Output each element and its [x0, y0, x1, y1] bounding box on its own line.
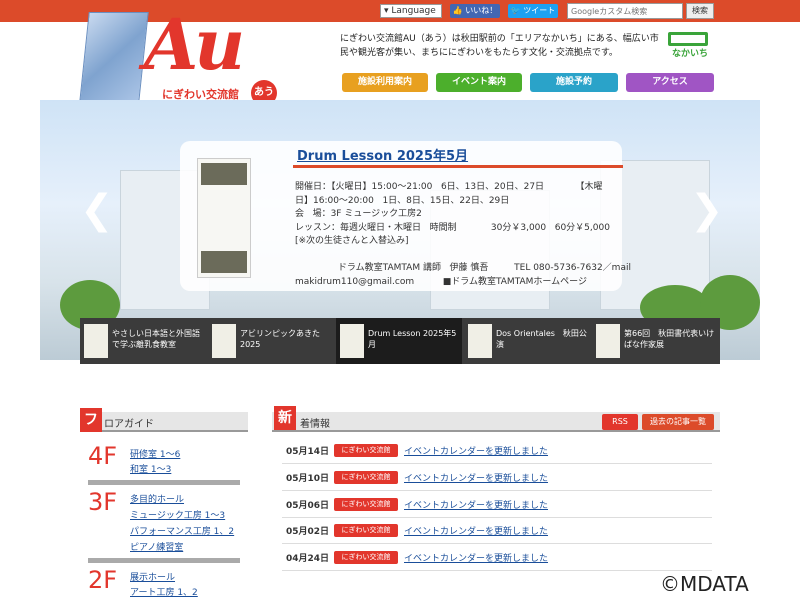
- rss-button[interactable]: RSS: [602, 414, 638, 430]
- floor-link[interactable]: ミュージック工房 1～3: [130, 508, 225, 521]
- slider-prev-icon[interactable]: ❮: [80, 190, 114, 230]
- nav-access[interactable]: アクセス: [626, 73, 714, 92]
- news-item: 05月10日 にぎわい交流館 イベントカレンダーを更新しました: [282, 465, 712, 491]
- nakaichi-logo[interactable]: なかいち: [668, 32, 712, 62]
- copyright-watermark: ©MDATA: [660, 572, 749, 596]
- news-tag-badge: にぎわい交流館: [334, 444, 398, 457]
- floor-divider: [88, 558, 240, 563]
- search-button[interactable]: 検索: [686, 3, 714, 19]
- facebook-like-button[interactable]: 👍 いいね！: [450, 4, 500, 18]
- news-tag-badge: にぎわい交流館: [334, 498, 398, 511]
- news-tag-badge: にぎわい交流館: [334, 551, 398, 564]
- floor-link[interactable]: アート工房 1、2: [130, 585, 198, 598]
- building-logo-graphic: [79, 12, 149, 102]
- slider-next-icon[interactable]: ❯: [690, 190, 724, 230]
- slider-thumbnail-strip: やさしい日本語と外国語で学ぶ離乳食教室 アビリンピックあきた2025 Drum …: [80, 318, 720, 364]
- site-intro: にぎわい交流館AU（あう）は秋田駅前の「エリアなかいち」にある、幅広い市民や観光…: [340, 34, 659, 58]
- nav-event-guide[interactable]: イベント案内: [436, 73, 522, 92]
- strip-item[interactable]: 第66回 秋田書代表いけばな作家展: [592, 318, 718, 364]
- news-tag-badge: にぎわい交流館: [334, 471, 398, 484]
- strip-item[interactable]: Dos Orientales 秋田公演: [464, 318, 590, 364]
- strip-item-active[interactable]: Drum Lesson 2025年5月: [336, 318, 462, 364]
- strip-item[interactable]: アビリンピックあきた2025: [208, 318, 334, 364]
- featured-title[interactable]: Drum Lesson 2025年5月: [297, 145, 468, 164]
- news-link[interactable]: イベントカレンダーを更新しました: [404, 551, 548, 564]
- news-link[interactable]: イベントカレンダーを更新しました: [404, 524, 548, 537]
- news-item: 04月24日 にぎわい交流館 イベントカレンダーを更新しました: [282, 545, 712, 571]
- floor-number: 3F: [88, 488, 118, 516]
- tweet-button[interactable]: 🐦 ツイート: [508, 4, 558, 18]
- floor-link[interactable]: 和室 1～3: [130, 462, 171, 475]
- floor-divider: [88, 480, 240, 485]
- nakaichi-mark-icon: [668, 32, 708, 46]
- featured-divider: [293, 165, 623, 168]
- floor-number: 2F: [88, 566, 118, 594]
- floor-link[interactable]: 多目的ホール: [130, 492, 184, 505]
- floor-number: 4F: [88, 442, 118, 470]
- featured-thumbnail[interactable]: [197, 158, 251, 278]
- news-link[interactable]: イベントカレンダーを更新しました: [404, 471, 548, 484]
- floor-link[interactable]: ピアノ練習室: [130, 540, 183, 553]
- news-tag-badge: にぎわい交流館: [334, 524, 398, 537]
- floor-link[interactable]: パフォーマンス工房 1、2: [130, 524, 234, 537]
- featured-event-card: Drum Lesson 2025年5月 開催日：【火曜日】15:00～21:00…: [180, 141, 631, 291]
- featured-body: 開催日：【火曜日】15:00～21:00 6日、13日、20日、27日 【木曜 …: [295, 182, 631, 287]
- language-select[interactable]: ▾ Language: [380, 4, 442, 18]
- site-logo[interactable]: Au にぎわい交流館 あう: [79, 3, 284, 112]
- news-item: 05月02日 にぎわい交流館 イベントカレンダーを更新しました: [282, 518, 712, 544]
- floor-guide-heading: フ ロアガイド: [80, 408, 248, 432]
- news-item: 05月14日 にぎわい交流館 イベントカレンダーを更新しました: [282, 438, 712, 464]
- past-articles-button[interactable]: 過去の記事一覧: [642, 414, 714, 430]
- floor-link[interactable]: 展示ホール: [130, 570, 175, 583]
- floor-link[interactable]: 研修室 1～6: [130, 447, 180, 460]
- strip-item[interactable]: やさしい日本語と外国語で学ぶ離乳食教室: [80, 318, 206, 364]
- news-heading: 新 着情報 RSS 過去の記事一覧: [272, 406, 720, 432]
- nav-facility-guide[interactable]: 施設利用案内: [342, 73, 428, 92]
- search-input[interactable]: [567, 3, 683, 19]
- news-link[interactable]: イベントカレンダーを更新しました: [404, 498, 548, 511]
- nav-facility-reservation[interactable]: 施設予約: [530, 73, 618, 92]
- news-item: 05月06日 にぎわい交流館 イベントカレンダーを更新しました: [282, 492, 712, 518]
- logo-wordmark: Au: [144, 3, 245, 86]
- news-link[interactable]: イベントカレンダーを更新しました: [404, 444, 548, 457]
